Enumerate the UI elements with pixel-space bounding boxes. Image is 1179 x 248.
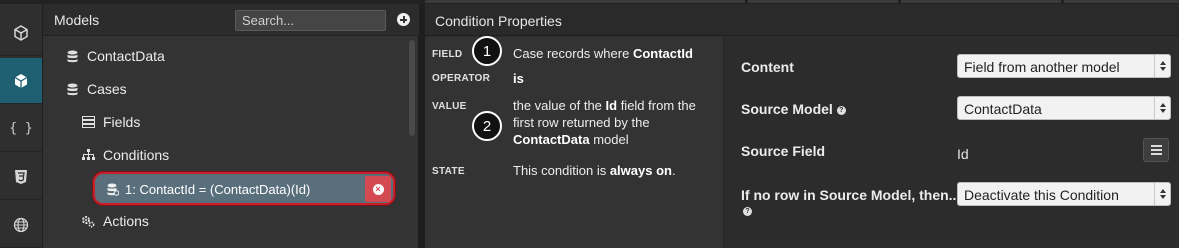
- source-model-select[interactable]: ContactData: [957, 96, 1171, 120]
- source-model-label: Source Model?: [741, 101, 846, 117]
- state-key: STATE: [432, 166, 465, 177]
- no-row-label: If no row in Source Model, then...: [741, 187, 961, 203]
- hierarchy-icon: [81, 148, 95, 162]
- database-icon: [65, 82, 79, 96]
- close-icon: ×: [372, 183, 384, 195]
- operator-value: is: [513, 71, 524, 86]
- tree-item-conditions[interactable]: Conditions: [81, 144, 169, 166]
- properties-header: Condition Properties: [425, 4, 1179, 36]
- condition-form: Content Field from another model Source …: [725, 37, 1179, 248]
- tree-item-fields[interactable]: Fields: [81, 111, 140, 133]
- callout-1: 1: [472, 36, 502, 66]
- value-key: VALUE: [432, 101, 467, 112]
- models-icon[interactable]: [0, 58, 42, 104]
- condition-row-selected[interactable]: 1: ContactId = (ContactData)(Id): [93, 172, 395, 205]
- field-value: Case records where ContactId: [513, 46, 693, 61]
- value-value: the value of the Id field from the first…: [513, 98, 696, 147]
- models-title: Models: [54, 12, 100, 28]
- tree-item-actions[interactable]: Actions: [81, 210, 149, 232]
- tree-item-cases[interactable]: Cases: [65, 78, 127, 100]
- tree-item-label: Fields: [103, 114, 141, 130]
- content-select[interactable]: Field from another model: [957, 54, 1171, 78]
- globe-icon[interactable]: [0, 202, 42, 248]
- source-field-value: Id: [957, 146, 969, 162]
- select-arrows-icon: [1154, 55, 1170, 77]
- models-scrollbar[interactable]: [409, 40, 415, 136]
- operator-key: OPERATOR: [432, 73, 491, 84]
- source-field-label: Source Field: [741, 143, 826, 159]
- tree-item-label: Conditions: [103, 147, 170, 163]
- field-key: FIELD: [432, 49, 463, 60]
- delete-condition-button[interactable]: ×: [365, 176, 391, 202]
- state-value: This condition is always on.: [513, 163, 676, 178]
- properties-title: Condition Properties: [435, 13, 562, 29]
- fields-list-icon: [81, 115, 95, 129]
- condition-summary: FIELD Case records where ContactId OPERA…: [425, 36, 724, 248]
- add-model-button[interactable]: [397, 13, 410, 26]
- icon-rail: { }: [0, 4, 43, 248]
- condition-properties-panel: Condition Properties FIELD Case records …: [425, 4, 1179, 248]
- content-label: Content: [741, 59, 794, 75]
- models-panel: Models ContactData Cases Fields Conditio…: [43, 4, 419, 248]
- condition-db-icon: [107, 183, 120, 199]
- database-icon: [65, 49, 79, 63]
- code-braces-icon[interactable]: { }: [0, 106, 42, 152]
- tree-item-label: ContactData: [87, 48, 165, 64]
- tree-item-contactdata[interactable]: ContactData: [65, 45, 165, 67]
- tree-item-label: Cases: [87, 81, 127, 97]
- help-icon[interactable]: ?: [743, 207, 752, 216]
- models-header: Models: [43, 4, 419, 36]
- search-input[interactable]: [235, 10, 386, 31]
- css-icon[interactable]: [0, 154, 42, 200]
- callout-2: 2: [472, 111, 502, 141]
- condition-label: 1: ContactId = (ContactData)(Id): [125, 182, 311, 197]
- help-icon[interactable]: ?: [836, 106, 846, 115]
- field-picker-button[interactable]: [1143, 138, 1169, 162]
- select-arrows-icon: [1154, 97, 1170, 119]
- gears-icon: [81, 214, 95, 228]
- select-arrows-icon: [1154, 183, 1170, 205]
- no-row-select[interactable]: Deactivate this Condition: [957, 182, 1171, 206]
- app-icon[interactable]: [0, 10, 42, 56]
- tree-item-label: Actions: [103, 213, 149, 229]
